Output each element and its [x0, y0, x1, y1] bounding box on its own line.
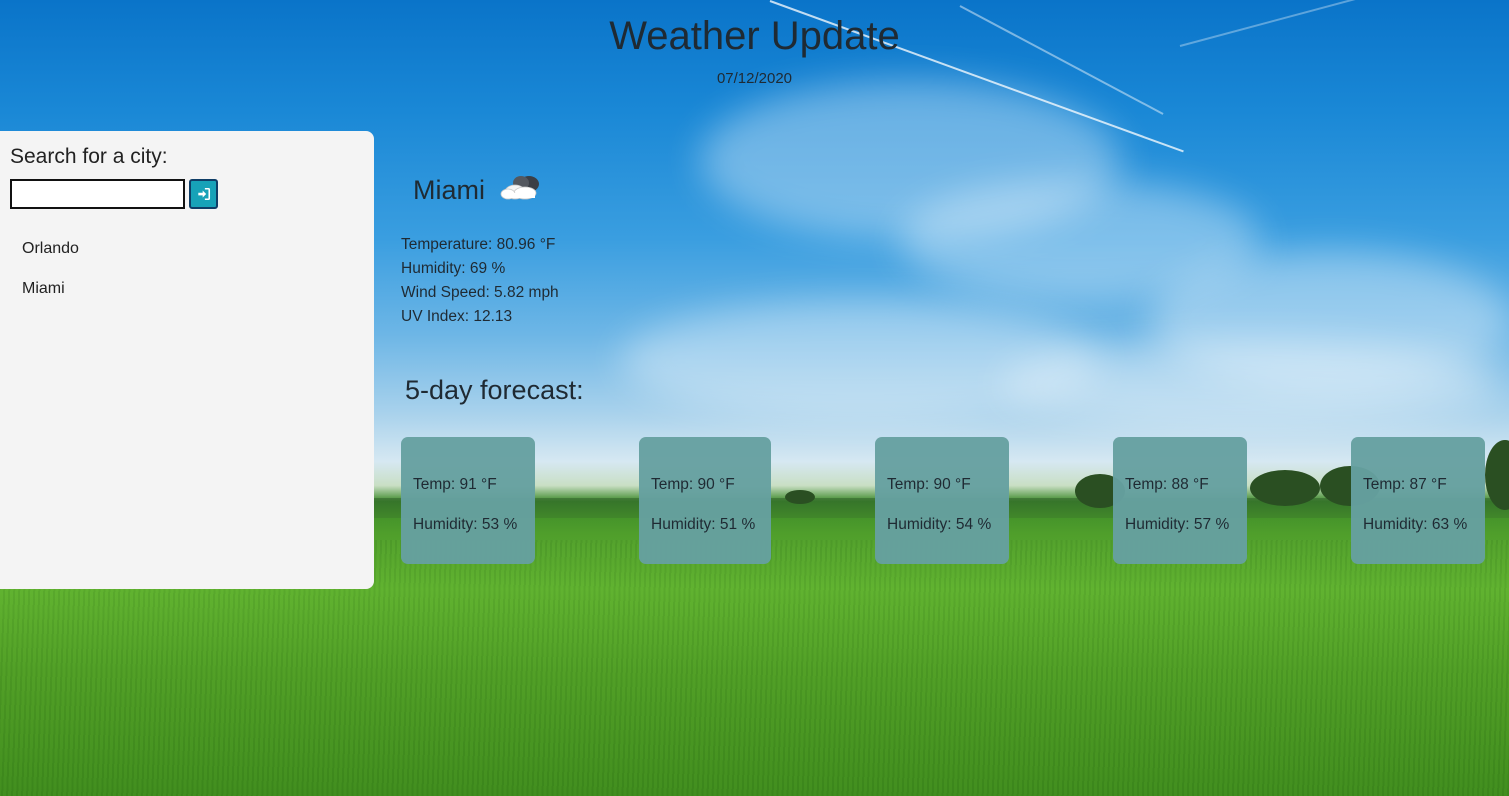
forecast-card: Temp: 90 °F Humidity: 54 %: [875, 437, 1009, 564]
forecast-humidity: Humidity: 54 %: [887, 516, 992, 533]
forecast-humidity: Humidity: 53 %: [413, 516, 518, 533]
forecast-temp: Temp: 88 °F: [1125, 476, 1209, 493]
forecast-card: Temp: 91 °F Humidity: 53 %: [401, 437, 535, 564]
current-wind-speed: Wind Speed: 5.82 mph: [401, 284, 559, 301]
current-temperature: Temperature: 80.96 °F: [401, 236, 556, 253]
app-header: Weather Update 07/12/2020: [0, 12, 1509, 87]
forecast-temp: Temp: 87 °F: [1363, 476, 1447, 493]
current-date: 07/12/2020: [716, 70, 793, 87]
current-weather-stats: Temperature: 80.96 °F Humidity: 69 % Win…: [401, 233, 559, 329]
forecast-temp: Temp: 90 °F: [887, 476, 971, 493]
partly-cloudy-icon: [500, 175, 539, 199]
forecast-temp: Temp: 91 °F: [413, 476, 497, 493]
forecast-temp: Temp: 90 °F: [651, 476, 735, 493]
forecast-card: Temp: 87 °F Humidity: 63 %: [1351, 437, 1485, 564]
forecast-humidity: Humidity: 63 %: [1363, 516, 1468, 533]
history-item-miami[interactable]: Miami: [22, 279, 79, 319]
sign-in-icon: [197, 187, 210, 201]
forecast-heading: 5-day forecast:: [405, 375, 584, 405]
current-humidity: Humidity: 69 %: [401, 260, 506, 277]
forecast-humidity: Humidity: 51 %: [651, 516, 756, 533]
search-sidebar: Search for a city: Orlando Miami: [0, 131, 374, 589]
page-title: Weather Update: [609, 14, 900, 58]
current-uv-index: UV Index: 12.13: [401, 308, 513, 325]
search-button[interactable]: [189, 179, 218, 209]
search-heading: Search for a city:: [10, 145, 168, 168]
history-item-orlando[interactable]: Orlando: [22, 239, 79, 279]
forecast-humidity: Humidity: 57 %: [1125, 516, 1230, 533]
forecast-card: Temp: 88 °F Humidity: 57 %: [1113, 437, 1247, 564]
current-city-name: Miami: [413, 175, 485, 205]
city-search-input[interactable]: [10, 179, 185, 209]
forecast-card: Temp: 90 °F Humidity: 51 %: [639, 437, 771, 564]
search-history-list: Orlando Miami: [22, 239, 79, 319]
